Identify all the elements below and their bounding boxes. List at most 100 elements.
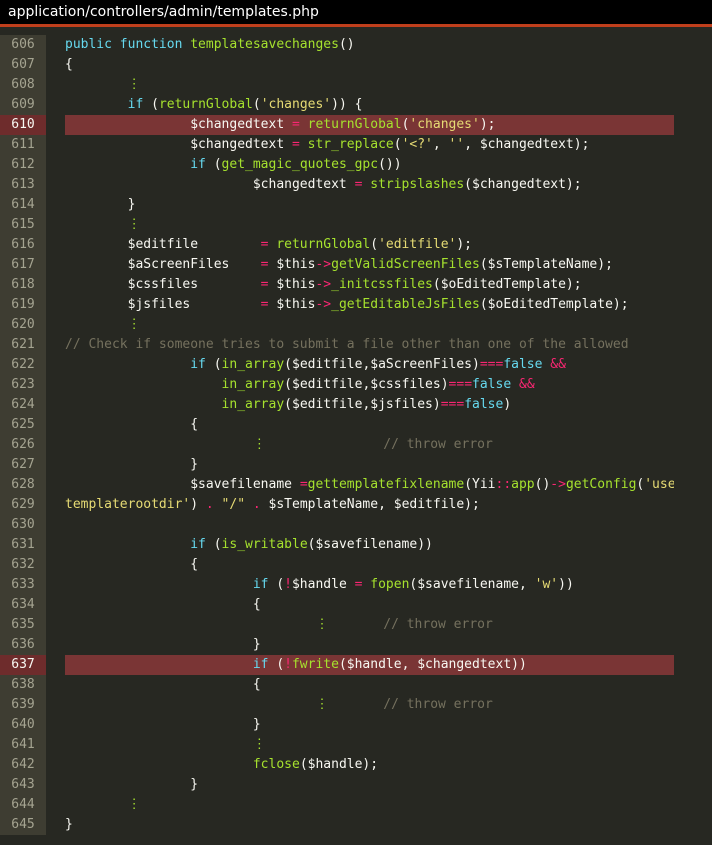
code-text: $changedtext = stripslashes($changedtext… (65, 175, 674, 195)
code-token: $aScreenFiles (65, 257, 261, 272)
code-token: '' (448, 137, 465, 152)
code-text: { (65, 415, 674, 435)
code-text: } (65, 195, 674, 215)
code-token: false (464, 397, 504, 412)
line-number: 627 (0, 455, 46, 475)
code-token: ($editfile,$aScreenFiles) (284, 357, 480, 372)
line-number: 629 (0, 495, 46, 515)
code-token: $this (276, 277, 316, 292)
code-token: = (346, 177, 371, 192)
code-token: "/" (221, 497, 246, 512)
code-token: templaterootdir' (65, 497, 191, 512)
code-token: str_replace (307, 137, 394, 152)
line-number: 606 (0, 35, 46, 55)
code-line: 616 $editfile = returnGlobal('editfile')… (0, 235, 712, 255)
code-token: ) (503, 397, 512, 412)
code-text: if (is_writable($savefilename)) (65, 535, 674, 555)
code-token: . (252, 497, 261, 512)
code-line: 632 { (0, 555, 712, 575)
code-token: ($handle); (299, 757, 379, 772)
code-token: === (448, 377, 473, 392)
code-token: . (205, 497, 214, 512)
code-line: 634 { (0, 595, 712, 615)
line-number: 616 (0, 235, 46, 255)
code-text: if (!$handle = fopen($savefilename, 'w')… (65, 575, 674, 595)
code-token: ($handle, $changedtext)) (338, 657, 527, 672)
code-viewer: 606 public function templatesavechanges()… (0, 27, 712, 835)
code-token: { (65, 417, 199, 432)
ellipsis-icon: ⋮ (315, 697, 329, 712)
ellipsis-icon: ⋮ (127, 797, 141, 812)
code-line: 629 templaterootdir') . "/" . $sTemplateN… (0, 495, 712, 515)
code-token: -> (315, 297, 332, 312)
code-token: = (260, 237, 277, 252)
code-token: if (190, 357, 206, 372)
code-text: if (in_array($editfile,$aScreenFiles)===… (65, 355, 674, 375)
line-number: 628 (0, 475, 46, 495)
code-line: 608 ⋮ (0, 75, 712, 95)
code-token: $sTemplateName, $editfile); (260, 497, 480, 512)
code-text: $changedtext = str_replace('<?', '', $ch… (65, 135, 674, 155)
code-token: && (511, 377, 535, 392)
line-number: 621 (0, 335, 46, 355)
code-token: '<?' (401, 137, 433, 152)
code-token: (Yii (464, 477, 496, 492)
code-text: $jsfiles = $this->_getEditableJsFiles($o… (65, 295, 674, 315)
code-token: { (65, 57, 73, 72)
code-token: $changedtext (252, 177, 347, 192)
code-token: ($savefilename)) (307, 537, 433, 552)
code-token: false (472, 377, 512, 392)
line-number: 637 (0, 655, 46, 675)
line-number: 633 (0, 575, 46, 595)
code-token: // throw error (328, 697, 493, 712)
line-number: 630 (0, 515, 46, 535)
code-token: ( (370, 237, 379, 252)
code-text: { (65, 595, 674, 615)
file-path-title: application/controllers/admin/templates.… (0, 0, 712, 27)
code-line: 619 $jsfiles = $this->_getEditableJsFile… (0, 295, 712, 315)
code-token: ( (252, 97, 261, 112)
code-text: ⋮ // throw error (65, 695, 674, 715)
code-token: } (65, 777, 199, 792)
line-number: 635 (0, 615, 46, 635)
code-token: in_array (221, 357, 285, 372)
code-text: } (65, 715, 674, 735)
code-token: { (65, 677, 261, 692)
code-text: ⋮ (65, 795, 674, 815)
ellipsis-icon: ⋮ (252, 437, 266, 452)
code-token: , $changedtext); (464, 137, 590, 152)
code-token: ($savefilename, (409, 577, 535, 592)
code-token: } (65, 717, 261, 732)
code-text: ⋮ (65, 215, 674, 235)
code-line: 607 { (0, 55, 712, 75)
code-text: } (65, 815, 674, 835)
code-token: gettemplatefixlename (307, 477, 465, 492)
ellipsis-icon: ⋮ (127, 217, 141, 232)
line-number: 607 (0, 55, 46, 75)
line-number: 625 (0, 415, 46, 435)
code-token: templatesavechanges (190, 37, 339, 52)
code-token: in_array (221, 377, 285, 392)
code-token: -> (315, 277, 332, 292)
code-text: $cssfiles = $this->_initcssfiles($oEdite… (65, 275, 674, 295)
code-token: ( (205, 537, 222, 552)
code-token: $cssfiles (65, 277, 261, 292)
code-token: returnGlobal (276, 237, 371, 252)
code-token: $this (276, 257, 316, 272)
line-number: 636 (0, 635, 46, 655)
code-token: 'w' (534, 577, 559, 592)
code-token: ); (479, 117, 496, 132)
code-token: === (479, 357, 504, 372)
code-token: )) { (331, 97, 363, 112)
code-token: } (65, 197, 136, 212)
code-token: -> (315, 257, 332, 272)
code-text: if (get_magic_quotes_gpc()) (65, 155, 674, 175)
code-token: 'changes' (260, 97, 332, 112)
code-token: , (432, 137, 449, 152)
line-number: 638 (0, 675, 46, 695)
